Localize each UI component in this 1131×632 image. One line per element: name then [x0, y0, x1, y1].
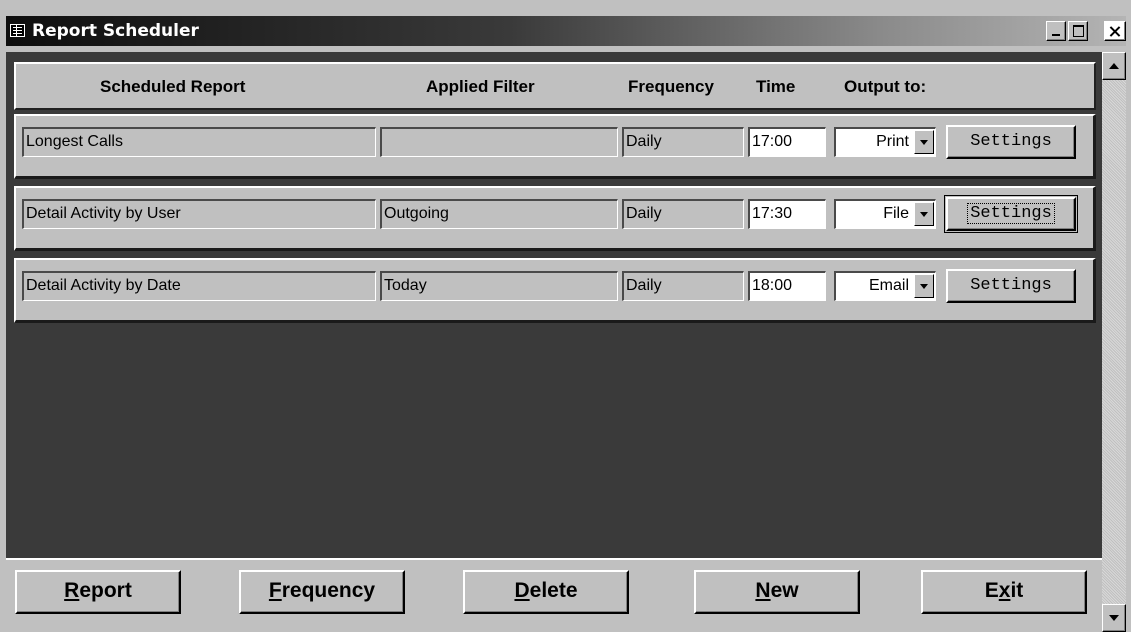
- frequency-button-mnemonic: F: [268, 579, 282, 602]
- output-to-select[interactable]: Email: [834, 271, 936, 301]
- scheduled-report-field[interactable]: Detail Activity by Date: [22, 271, 376, 301]
- output-to-select[interactable]: File: [834, 199, 936, 229]
- time-field[interactable]: 18:00: [748, 271, 826, 301]
- frequency-field[interactable]: Daily: [622, 127, 744, 157]
- button-bar: Report Frequency Delete New Exit: [6, 558, 1102, 632]
- dropdown-arrow-icon[interactable]: [914, 130, 934, 154]
- close-icon[interactable]: [1104, 21, 1126, 41]
- minimize-icon[interactable]: [1046, 21, 1066, 41]
- output-to-value: Email: [868, 277, 909, 294]
- settings-button-label: Settings: [967, 203, 1055, 224]
- header-time: Time: [756, 77, 796, 96]
- applied-filter-field[interactable]: [380, 127, 618, 157]
- vertical-scrollbar[interactable]: [1102, 52, 1126, 632]
- settings-button-label: Settings: [970, 276, 1052, 295]
- report-scheduler-window: Report Scheduler Scheduled Report Applie…: [0, 0, 1131, 632]
- frequency-field[interactable]: Daily: [622, 271, 744, 301]
- column-header: Scheduled Report Applied Filter Frequenc…: [14, 62, 1096, 110]
- delete-button-label: elete: [529, 579, 578, 602]
- header-output-to: Output to:: [844, 77, 927, 96]
- schedule-row: Longest Calls Daily 17:00 Print Settings: [14, 114, 1096, 179]
- frequency-button-label: requency: [281, 579, 376, 602]
- form-body: Scheduled Report Applied Filter Frequenc…: [6, 52, 1102, 632]
- schedule-row: Detail Activity by Date Today Daily 18:0…: [14, 258, 1096, 323]
- exit-button-prefix: E: [984, 579, 999, 602]
- output-to-value: File: [883, 205, 909, 222]
- scroll-down-icon[interactable]: [1102, 604, 1126, 632]
- header-frequency: Frequency: [628, 77, 714, 96]
- delete-button[interactable]: Delete: [463, 570, 629, 614]
- delete-button-mnemonic: D: [514, 579, 530, 602]
- exit-button-label: it: [1010, 579, 1024, 602]
- new-button[interactable]: New: [694, 570, 860, 614]
- schedule-row: Detail Activity by User Outgoing Daily 1…: [14, 186, 1096, 251]
- settings-button[interactable]: Settings: [946, 125, 1076, 159]
- time-field[interactable]: 17:30: [748, 199, 826, 229]
- header-applied-filter: Applied Filter: [426, 77, 535, 96]
- frequency-field[interactable]: Daily: [622, 199, 744, 229]
- scroll-up-icon[interactable]: [1102, 52, 1126, 80]
- dropdown-arrow-icon[interactable]: [914, 274, 934, 298]
- form-icon[interactable]: [10, 24, 25, 37]
- window-title: Report Scheduler: [32, 21, 199, 41]
- scheduled-report-field[interactable]: Longest Calls: [22, 127, 376, 157]
- header-scheduled-report: Scheduled Report: [100, 77, 246, 96]
- exit-button[interactable]: Exit: [921, 570, 1087, 614]
- settings-button[interactable]: Settings: [944, 195, 1078, 233]
- output-to-select[interactable]: Print: [834, 127, 936, 157]
- settings-button[interactable]: Settings: [946, 269, 1076, 303]
- applied-filter-field[interactable]: Today: [380, 271, 618, 301]
- report-button-label: eport: [79, 579, 132, 602]
- title-bar[interactable]: Report Scheduler: [6, 16, 1126, 46]
- dropdown-arrow-icon[interactable]: [914, 202, 934, 226]
- settings-button-label: Settings: [970, 132, 1052, 151]
- frequency-button[interactable]: Frequency: [239, 570, 405, 614]
- output-to-value: Print: [876, 133, 909, 150]
- applied-filter-field[interactable]: Outgoing: [380, 199, 618, 229]
- new-button-mnemonic: N: [755, 579, 771, 602]
- scheduled-report-field[interactable]: Detail Activity by User: [22, 199, 376, 229]
- exit-button-mnemonic: x: [998, 579, 1011, 602]
- report-button-mnemonic: R: [64, 579, 80, 602]
- maximize-icon[interactable]: [1068, 21, 1088, 41]
- report-button[interactable]: Report: [15, 570, 181, 614]
- new-button-label: ew: [770, 579, 799, 602]
- time-field[interactable]: 17:00: [748, 127, 826, 157]
